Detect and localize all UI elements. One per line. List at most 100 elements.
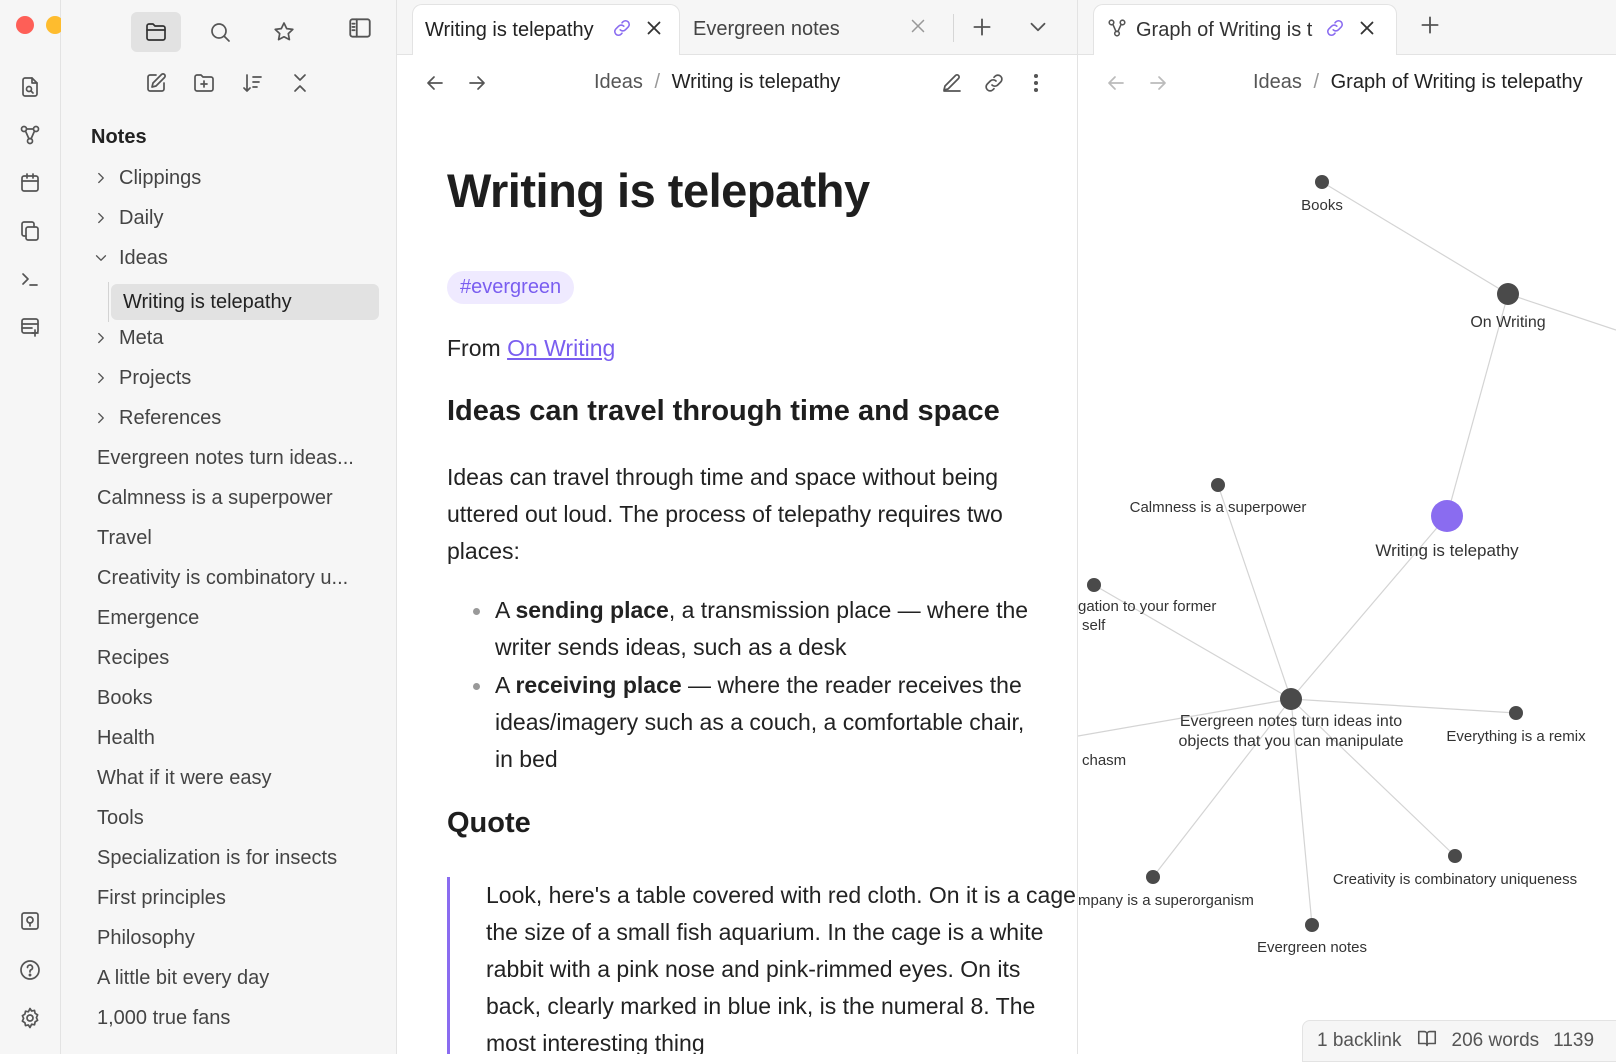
graph-node-remix[interactable]: [1509, 706, 1523, 720]
graph-node-company[interactable]: [1146, 870, 1160, 884]
new-note-icon[interactable]: [141, 68, 171, 98]
tab-graph[interactable]: Graph of Writing is t: [1093, 4, 1397, 56]
folder-daily[interactable]: Daily: [91, 200, 391, 236]
copy-icon[interactable]: [16, 217, 44, 245]
folder-references[interactable]: References: [91, 400, 391, 436]
new-folder-icon[interactable]: [189, 68, 219, 98]
graph-label-obligation: gation to your former: [1078, 598, 1216, 615]
graph-node-evergreen-notes-turn-ideas[interactable]: [1280, 688, 1302, 710]
link-icon[interactable]: [982, 71, 1006, 100]
new-tab-icon[interactable]: [1417, 12, 1443, 43]
tag-evergreen[interactable]: #evergreen: [447, 271, 575, 304]
graph-label-evergreen-turn-1: Evergreen notes turn ideas into: [1180, 713, 1402, 730]
list-item[interactable]: First principles: [97, 880, 396, 916]
list-item-sending-place: A sending place, a transmission place — …: [473, 592, 1035, 666]
graph-node-writing-is-telepathy[interactable]: [1431, 500, 1463, 532]
chevron-right-icon: [91, 168, 111, 188]
section-heading: Ideas can travel through time and space: [447, 395, 1000, 427]
bookmark-star-icon[interactable]: [259, 12, 309, 52]
graph-label-evergreen-notes: Evergreen notes: [1257, 939, 1367, 956]
forward-arrow-icon[interactable]: [465, 71, 489, 100]
pane-divider: [1077, 0, 1078, 54]
close-tab-icon[interactable]: [643, 17, 665, 45]
folder-ideas[interactable]: Ideas: [91, 240, 391, 276]
status-bar: 1 backlink 206 words 1139: [1302, 1020, 1616, 1062]
file-search-icon[interactable]: [16, 73, 44, 101]
list-item[interactable]: Creativity is combinatory u...: [97, 560, 396, 596]
quote-heading: Quote: [447, 807, 531, 839]
note-writing-is-telepathy[interactable]: Writing is telepathy: [111, 284, 379, 320]
calendar-icon[interactable]: [16, 169, 44, 197]
list-item[interactable]: 1,000 true fans: [97, 1000, 396, 1036]
list-item[interactable]: Tools: [97, 800, 396, 836]
chevron-down-icon: [91, 248, 111, 268]
graph-icon: [1106, 17, 1128, 45]
tree-indent-guide: [108, 282, 109, 322]
list-item[interactable]: Specialization is for insects: [97, 840, 396, 876]
chevron-right-icon: [91, 208, 111, 228]
sidebar-toggle-icon[interactable]: [347, 15, 373, 46]
breadcrumb-note[interactable]: Writing is telepathy: [672, 71, 841, 93]
canvas-icon[interactable]: [16, 313, 44, 341]
terminal-icon[interactable]: [16, 265, 44, 293]
close-window-button[interactable]: [16, 16, 34, 34]
graph-node-on-writing[interactable]: [1497, 283, 1519, 305]
list-item[interactable]: Calmness is a superpower: [97, 480, 396, 516]
settings-icon[interactable]: [16, 1004, 44, 1032]
list-item[interactable]: Evergreen notes turn ideas...: [97, 440, 396, 476]
list-item[interactable]: A little bit every day: [97, 960, 396, 996]
breadcrumb: Ideas / Writing is telepathy: [594, 71, 841, 93]
more-options-icon[interactable]: [1024, 71, 1048, 100]
list-item[interactable]: Recipes: [97, 640, 396, 676]
list-item[interactable]: What if it were easy: [97, 760, 396, 796]
tab-writing-is-telepathy[interactable]: Writing is telepathy: [412, 4, 680, 56]
breadcrumb-folder[interactable]: Ideas: [594, 71, 643, 93]
note-title: Writing is telepathy: [447, 164, 870, 217]
graph-label-books: Books: [1301, 197, 1343, 214]
list-item[interactable]: Books: [97, 680, 396, 716]
book-open-icon[interactable]: [1416, 1027, 1438, 1055]
graph-label-remix: Everything is a remix: [1446, 728, 1586, 745]
chevron-right-icon: [91, 328, 111, 348]
folder-projects[interactable]: Projects: [91, 360, 391, 396]
graph-canvas[interactable]: Books On Writing Writing is telepathy Ca…: [1078, 55, 1616, 1054]
ribbon: [0, 0, 94, 1054]
graph-label-calmness: Calmness is a superpower: [1130, 499, 1307, 516]
graph-node-evergreen-notes[interactable]: [1305, 918, 1319, 932]
vault-icon[interactable]: [16, 907, 44, 935]
collapse-all-icon[interactable]: [285, 68, 315, 98]
list-item[interactable]: Philosophy: [97, 920, 396, 956]
tab-bar: Writing is telepathy Evergreen notes Gra…: [397, 0, 1616, 56]
files-icon[interactable]: [131, 12, 181, 52]
help-icon[interactable]: [16, 956, 44, 984]
graph-label-evergreen-turn-2: objects that you can manipulate: [1178, 733, 1403, 750]
link-icon: [611, 17, 633, 45]
search-icon[interactable]: [195, 12, 245, 52]
close-tab-icon[interactable]: [1356, 17, 1378, 45]
new-tab-icon[interactable]: [969, 14, 995, 45]
tab-divider: [953, 14, 954, 42]
edit-pencil-icon[interactable]: [940, 71, 964, 100]
from-line: From On Writing: [447, 335, 616, 361]
folder-clippings[interactable]: Clippings: [91, 160, 391, 196]
tab-evergreen-notes[interactable]: Evergreen notes: [681, 4, 931, 54]
close-tab-icon[interactable]: [907, 15, 929, 43]
backlink-count[interactable]: 1 backlink: [1317, 1030, 1402, 1052]
back-arrow-icon[interactable]: [423, 71, 447, 100]
graph-icon[interactable]: [16, 121, 44, 149]
on-writing-link[interactable]: On Writing: [507, 335, 615, 361]
file-explorer-sidebar: Notes Clippings Daily Ideas Writing is t…: [61, 0, 397, 1054]
paragraph: Ideas can travel through time and space …: [447, 464, 1003, 564]
graph-node-creativity[interactable]: [1448, 849, 1462, 863]
sort-icon[interactable]: [237, 68, 267, 98]
list-item[interactable]: Emergence: [97, 600, 396, 636]
list-item[interactable]: Health: [97, 720, 396, 756]
graph-node-obligation[interactable]: [1087, 578, 1101, 592]
list-item[interactable]: Travel: [97, 520, 396, 556]
link-icon: [1324, 17, 1346, 45]
graph-node-calmness[interactable]: [1211, 478, 1225, 492]
tab-list-chevron-down-icon[interactable]: [1025, 14, 1051, 45]
note-editor-pane: Ideas / Writing is telepathy Writing is …: [397, 55, 1078, 1054]
folder-meta[interactable]: Meta: [91, 320, 391, 356]
graph-node-books[interactable]: [1315, 175, 1329, 189]
